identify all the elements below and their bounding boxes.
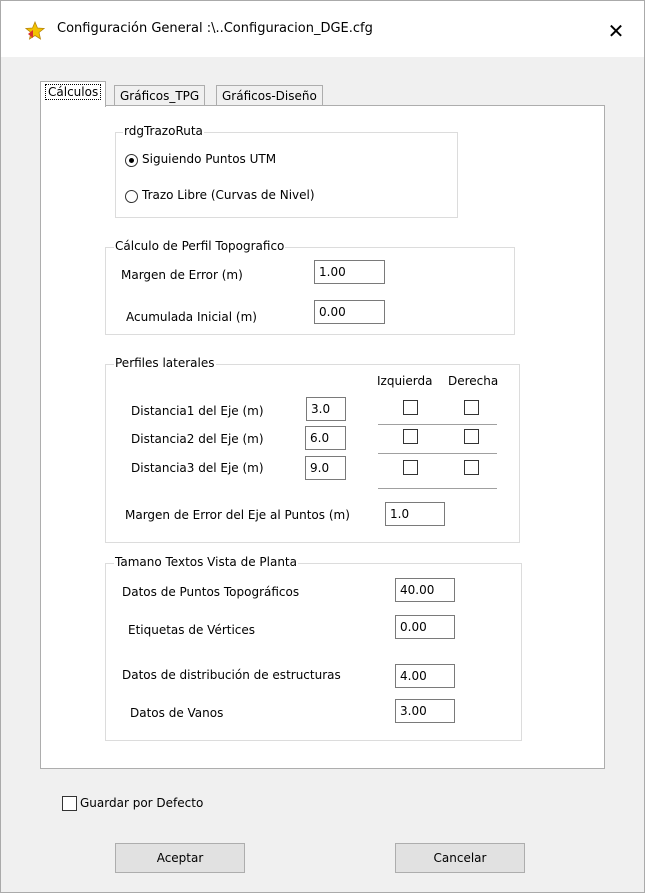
distancia3-derecha-checkbox[interactable] xyxy=(464,460,479,475)
datos-puntos-input[interactable]: 40.00 xyxy=(395,578,455,602)
distancia3-label: Distancia3 del Eje (m) xyxy=(131,461,264,475)
trazo-ruta-group xyxy=(115,132,458,218)
app-star-icon xyxy=(25,21,45,40)
tab-graficos-diseno[interactable]: Gráficos-Diseño xyxy=(216,85,323,106)
trazo-ruta-legend: rdgTrazoRuta xyxy=(123,124,204,138)
distancia2-input[interactable]: 6.0 xyxy=(305,426,346,450)
datos-vanos-label: Datos de Vanos xyxy=(130,706,224,720)
margen-error-label: Margen de Error (m) xyxy=(121,268,243,282)
distancia3-value: 9.0 xyxy=(310,461,330,475)
etiquetas-vertices-label: Etiquetas de Vértices xyxy=(128,623,256,637)
margen-eje-input[interactable]: 1.0 xyxy=(385,502,445,526)
tab-graficos-tpg-label: Gráficos_TPG xyxy=(120,89,200,103)
etiquetas-vertices-value: 0.00 xyxy=(400,620,427,634)
radio-siguiendo-utm[interactable] xyxy=(125,154,138,167)
aceptar-button[interactable]: Aceptar xyxy=(115,843,245,873)
cancelar-button[interactable]: Cancelar xyxy=(395,843,525,873)
divider xyxy=(378,424,497,425)
datos-puntos-label: Datos de Puntos Topográficos xyxy=(122,585,300,599)
guardar-defecto-checkbox[interactable] xyxy=(62,796,77,811)
col-derecha-header: Derecha xyxy=(448,374,499,388)
distancia1-input[interactable]: 3.0 xyxy=(306,397,346,421)
title-bar: Configuración General :\..Configuracion_… xyxy=(1,1,644,57)
col-izquierda-header: Izquierda xyxy=(377,374,433,388)
etiquetas-vertices-input[interactable]: 0.00 xyxy=(395,615,455,639)
margen-eje-value: 1.0 xyxy=(390,507,410,521)
perfil-legend: Cálculo de Perfil Topografico xyxy=(114,239,286,253)
distancia2-value: 6.0 xyxy=(310,431,330,445)
datos-vanos-input[interactable]: 3.00 xyxy=(395,699,455,723)
distancia1-value: 3.0 xyxy=(311,402,331,416)
tamano-textos-legend: Tamano Textos Vista de Planta xyxy=(114,555,298,569)
window-title: Configuración General :\..Configuracion_… xyxy=(57,21,373,36)
acumulada-inicial-label: Acumulada Inicial (m) xyxy=(126,310,257,324)
guardar-defecto-label[interactable]: Guardar por Defecto xyxy=(80,796,203,810)
distancia3-input[interactable]: 9.0 xyxy=(305,456,346,480)
distribucion-estructuras-label: Datos de distribución de estructuras xyxy=(122,668,341,682)
tab-calculos-label: Cálculos xyxy=(44,84,102,100)
distancia1-izquierda-checkbox[interactable] xyxy=(403,400,418,415)
distancia2-label: Distancia2 del Eje (m) xyxy=(131,432,264,446)
margen-error-value: 1.00 xyxy=(319,265,346,279)
radio-siguiendo-utm-label[interactable]: Siguiendo Puntos UTM xyxy=(142,152,276,166)
acumulada-inicial-input[interactable]: 0.00 xyxy=(314,300,385,324)
acumulada-inicial-value: 0.00 xyxy=(319,305,346,319)
distancia3-izquierda-checkbox[interactable] xyxy=(403,460,418,475)
distancia1-derecha-checkbox[interactable] xyxy=(464,400,479,415)
margen-eje-label: Margen de Error del Eje al Puntos (m) xyxy=(125,508,350,522)
divider xyxy=(378,488,497,489)
datos-puntos-value: 40.00 xyxy=(400,583,435,597)
margen-error-input[interactable]: 1.00 xyxy=(314,260,385,284)
radio-trazo-libre-label[interactable]: Trazo Libre (Curvas de Nivel) xyxy=(142,188,315,202)
tab-graficos-diseno-label: Gráficos-Diseño xyxy=(222,89,317,103)
config-dialog: Configuración General :\..Configuracion_… xyxy=(0,0,645,893)
tab-calculos[interactable]: Cálculos xyxy=(40,81,107,107)
perfiles-laterales-legend: Perfiles laterales xyxy=(114,356,216,370)
close-icon[interactable]: ✕ xyxy=(597,15,635,47)
radio-trazo-libre[interactable] xyxy=(125,190,138,203)
distancia1-label: Distancia1 del Eje (m) xyxy=(131,404,264,418)
distribucion-estructuras-input[interactable]: 4.00 xyxy=(395,664,455,688)
divider xyxy=(378,453,497,454)
tab-graficos-tpg[interactable]: Gráficos_TPG xyxy=(114,85,206,106)
distancia2-izquierda-checkbox[interactable] xyxy=(403,429,418,444)
datos-vanos-value: 3.00 xyxy=(400,704,427,718)
distribucion-estructuras-value: 4.00 xyxy=(400,669,427,683)
distancia2-derecha-checkbox[interactable] xyxy=(464,429,479,444)
